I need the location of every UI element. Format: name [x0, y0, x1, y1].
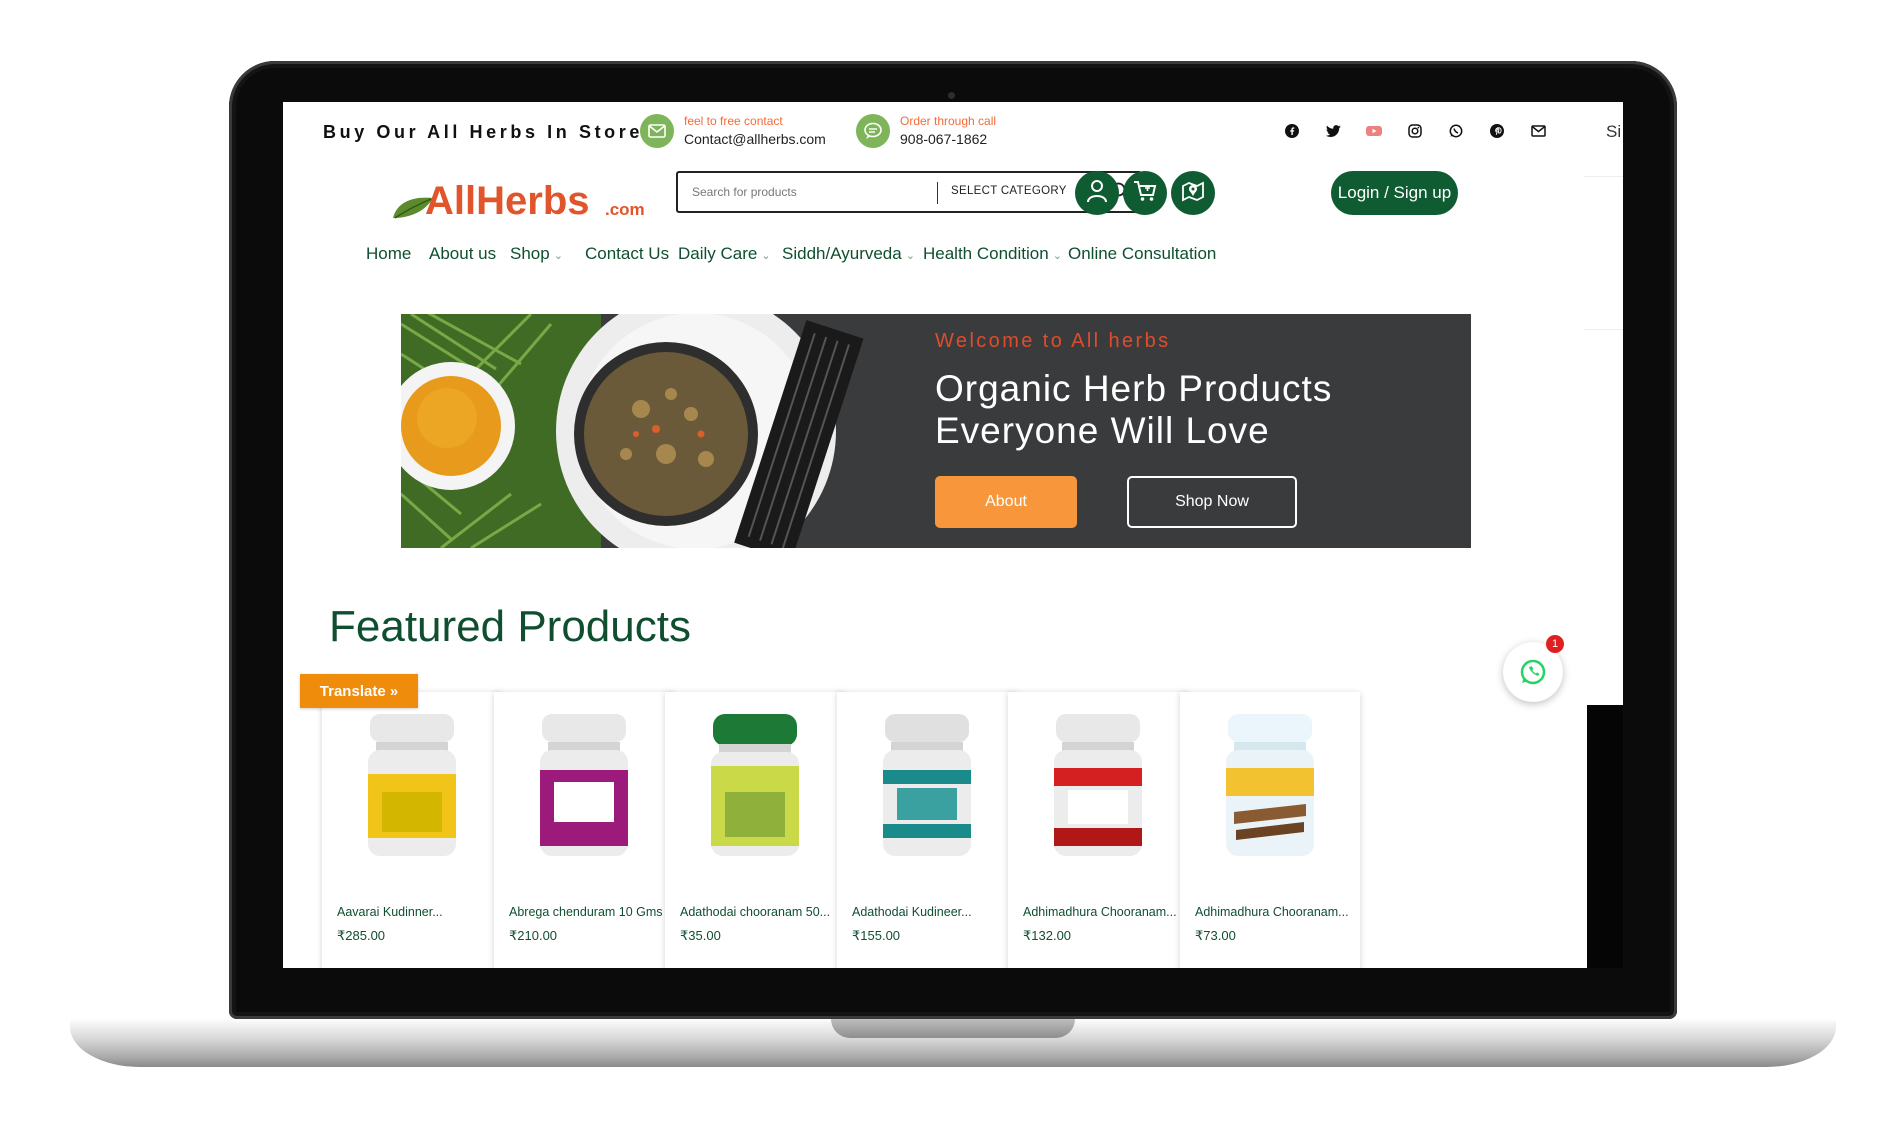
screen: Buy Our All Herbs In Store feel to free … [283, 102, 1623, 968]
email-value[interactable]: Contact@allherbs.com [684, 129, 826, 149]
side-overlay [1587, 705, 1623, 968]
product-card[interactable]: Adathodai chooranam 50... ₹35.00 [665, 692, 845, 968]
product-price: ₹73.00 [1195, 928, 1236, 943]
product-price: ₹155.00 [852, 928, 901, 943]
allherbs-logo[interactable]: AllHerbs .com [391, 172, 659, 224]
product-jar-image [1054, 714, 1142, 856]
product-jar-image [711, 714, 799, 856]
account-button[interactable] [1075, 171, 1119, 215]
product-card[interactable]: Abrega chenduram 10 Gms ₹210.00 [494, 692, 674, 968]
category-select[interactable]: SELECT CATEGORY [951, 185, 1067, 197]
product-card[interactable]: Adhimadhura Chooranam... ₹73.00 [1180, 692, 1360, 968]
herbal-tea-image [401, 314, 941, 548]
product-name[interactable]: Adathodai Kudineer... [852, 905, 1007, 919]
nav-contact-us[interactable]: Contact Us [585, 244, 669, 264]
phone-label: Order through call [900, 114, 997, 128]
chevron-down-icon: ⌄ [761, 250, 771, 262]
product-price: ₹210.00 [509, 928, 558, 943]
hero-banner: Welcome to All herbs Organic Herb Produc… [401, 314, 1471, 548]
twitter-icon[interactable] [1324, 122, 1342, 140]
product-name[interactable]: Abrega chenduram 10 Gms [509, 905, 664, 919]
hero-welcome-text: Welcome to All herbs [935, 330, 1171, 352]
product-jar-image [883, 714, 971, 856]
product-jar-image [540, 714, 628, 856]
about-button[interactable]: About [935, 476, 1077, 528]
nav-shop[interactable]: Shop ⌄ [510, 244, 563, 264]
logo-text: AllHerbs [425, 179, 590, 223]
divider [1584, 329, 1623, 330]
cart-button[interactable] [1123, 171, 1167, 215]
nav-daily-care[interactable]: Daily Care ⌄ [678, 244, 771, 264]
product-jar-image [368, 714, 456, 856]
pinterest-icon[interactable] [1488, 122, 1506, 140]
nav-about-us[interactable]: About us [429, 244, 496, 264]
chevron-down-icon: ⌄ [1052, 250, 1062, 262]
product-price: ₹132.00 [1023, 928, 1072, 943]
user-icon [1086, 179, 1108, 208]
divider [937, 182, 938, 204]
search-input[interactable]: Search for products [692, 185, 797, 199]
product-search[interactable]: Search for products SELECT CATEGORY ⌄ [676, 171, 1142, 213]
notification-badge: 1 [1546, 635, 1564, 653]
phone-value[interactable]: 908-067-1862 [900, 129, 996, 149]
product-name[interactable]: Adathodai chooranam 50... [680, 905, 835, 919]
webcam [948, 92, 955, 99]
product-card[interactable]: Adhimadhura Chooranam... ₹132.00 [1008, 692, 1188, 968]
envelope-icon [640, 114, 674, 148]
cart-icon [1133, 180, 1157, 207]
product-jar-image [1226, 714, 1314, 856]
featured-products-heading: Featured Products [329, 602, 691, 651]
hero-title: Organic Herb Products Everyone Will Love [935, 368, 1333, 451]
shop-now-button[interactable]: Shop Now [1127, 476, 1297, 528]
product-name[interactable]: Aavarai Kudinner... [337, 905, 492, 919]
chevron-down-icon: ⌄ [905, 250, 915, 262]
store-locator-button[interactable] [1171, 171, 1215, 215]
facebook-icon[interactable] [1283, 122, 1301, 140]
login-signup-button[interactable]: Login / Sign up [1331, 171, 1458, 215]
chevron-down-icon: ⌄ [553, 250, 563, 262]
store-tagline: Buy Our All Herbs In Store [323, 122, 643, 142]
email-label: feel to free contact [684, 114, 783, 128]
mail-icon[interactable] [1529, 122, 1547, 140]
chat-bubble-icon [856, 114, 890, 148]
product-price: ₹35.00 [680, 928, 721, 943]
divider [1584, 176, 1623, 177]
phone-contact[interactable]: Order through call 908-067-1862 [856, 113, 996, 149]
sign-in-link-cropped[interactable]: Si [1606, 122, 1621, 142]
logo-suffix: .com [605, 200, 645, 219]
email-contact[interactable]: feel to free contact Contact@allherbs.co… [640, 113, 826, 149]
whatsapp-icon [1520, 659, 1546, 685]
nav-health-condition[interactable]: Health Condition ⌄ [923, 244, 1062, 264]
product-card[interactable]: Aavarai Kudinner... ₹285.00 [322, 692, 502, 968]
nav-home[interactable]: Home [366, 244, 411, 264]
youtube-icon[interactable] [1365, 122, 1383, 140]
social-links [1283, 122, 1547, 140]
product-price: ₹285.00 [337, 928, 386, 943]
product-name[interactable]: Adhimadhura Chooranam... [1195, 905, 1350, 919]
laptop-notch [831, 1019, 1075, 1038]
product-name[interactable]: Adhimadhura Chooranam... [1023, 905, 1178, 919]
instagram-icon[interactable] [1406, 122, 1424, 140]
whatsapp-icon[interactable] [1447, 122, 1465, 140]
map-pin-icon [1181, 180, 1205, 207]
translate-button[interactable]: Translate » [300, 674, 418, 708]
product-card[interactable]: Adathodai Kudineer... ₹155.00 [837, 692, 1017, 968]
nav-online-consultation[interactable]: Online Consultation [1068, 244, 1216, 264]
nav-siddh-ayurveda[interactable]: Siddh/Ayurveda ⌄ [782, 244, 915, 264]
